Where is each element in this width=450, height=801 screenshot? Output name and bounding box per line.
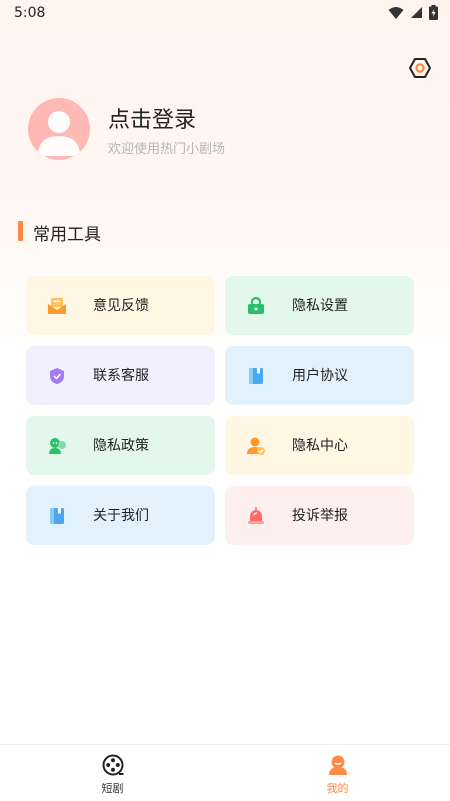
shield-icon — [47, 366, 67, 386]
settings-hexagon-icon — [409, 58, 431, 78]
battery-icon — [429, 5, 438, 20]
settings-button[interactable] — [408, 56, 432, 80]
tool-label: 联系客服 — [93, 368, 149, 384]
film-reel-icon — [102, 754, 124, 776]
wifi-icon — [388, 6, 404, 19]
status-bar: 5:08 — [0, 0, 450, 28]
tab-label: 短剧 — [101, 782, 124, 795]
tool-user-agreement[interactable]: 用户协议 — [225, 346, 414, 405]
book-icon — [246, 366, 266, 386]
tool-contact-support[interactable]: 联系客服 — [26, 346, 215, 405]
tool-report-complaint[interactable]: 投诉举报 — [225, 486, 414, 545]
tool-about-us[interactable]: 关于我们 — [26, 486, 215, 545]
tab-mine[interactable]: 我的 — [225, 745, 450, 801]
user-check-icon — [246, 436, 266, 456]
tool-label: 隐私中心 — [292, 438, 348, 454]
section-title: 常用工具 — [33, 225, 101, 245]
status-time: 5:08 — [14, 5, 46, 21]
book-icon — [47, 506, 67, 526]
lock-icon — [246, 296, 266, 316]
default-avatar-icon — [38, 111, 80, 156]
chat-user-icon — [47, 436, 67, 456]
alarm-icon — [246, 506, 266, 526]
login-prompt[interactable]: 点击登录 — [108, 102, 196, 134]
status-icons — [388, 5, 438, 20]
bottom-tab-bar: 短剧 我的 — [0, 744, 450, 801]
profile-section: 点击登录 欢迎使用热门小剧场 — [28, 98, 428, 162]
tool-feedback[interactable]: 意见反馈 — [26, 276, 215, 335]
feedback-mail-icon — [47, 296, 67, 316]
user-profile-icon — [327, 754, 349, 776]
tool-privacy-settings[interactable]: 隐私设置 — [225, 276, 414, 335]
tool-label: 投诉举报 — [292, 508, 348, 524]
tool-label: 关于我们 — [93, 508, 149, 524]
cellular-signal-icon — [411, 7, 422, 18]
tool-privacy-center[interactable]: 隐私中心 — [225, 416, 414, 475]
avatar[interactable] — [28, 98, 90, 160]
section-accent-bar — [18, 221, 23, 241]
welcome-text: 欢迎使用热门小剧场 — [108, 142, 226, 157]
tab-label: 我的 — [326, 782, 349, 795]
tool-label: 隐私设置 — [292, 298, 348, 314]
tool-privacy-policy[interactable]: 隐私政策 — [26, 416, 215, 475]
tool-label: 用户协议 — [292, 368, 348, 384]
tool-label: 意见反馈 — [93, 298, 149, 314]
tool-label: 隐私政策 — [93, 438, 149, 454]
tab-short-drama[interactable]: 短剧 — [0, 745, 225, 801]
